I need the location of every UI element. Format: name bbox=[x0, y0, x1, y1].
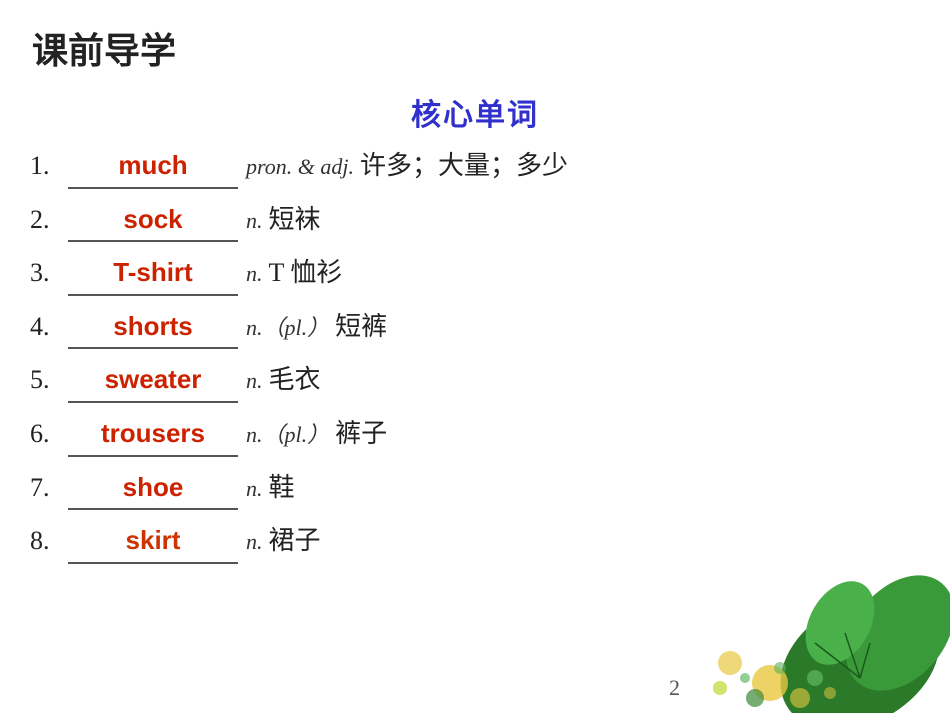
vocab-item: 4. shorts n.（pl.）短裤 bbox=[30, 306, 920, 350]
vocab-word-container: sock bbox=[68, 199, 238, 243]
vocab-pos: n.（pl.） bbox=[246, 417, 329, 452]
section-title: 核心单词 bbox=[0, 90, 950, 134]
vocab-word: sock bbox=[123, 199, 182, 241]
vocab-number: 5. bbox=[30, 359, 68, 401]
vocab-word: skirt bbox=[126, 520, 181, 562]
vocab-number: 4. bbox=[30, 306, 68, 348]
vocab-item: 5. sweater n.毛衣 bbox=[30, 359, 920, 403]
vocab-word: shoe bbox=[123, 467, 184, 509]
vocab-item: 3. T-shirt n.T 恤衫 bbox=[30, 252, 920, 296]
vocab-word-container: shorts bbox=[68, 306, 238, 350]
vocab-meaning: 鞋 bbox=[269, 467, 295, 509]
vocab-item: 1. much pron. & adj.许多；大量；多少 bbox=[30, 145, 920, 189]
leaf-decoration bbox=[670, 513, 950, 713]
vocab-meaning: 毛衣 bbox=[269, 359, 321, 401]
vocab-word: T-shirt bbox=[113, 252, 192, 294]
vocab-number: 6. bbox=[30, 413, 68, 455]
vocab-pos: n.（pl.） bbox=[246, 310, 329, 345]
page-title: 课前导学 bbox=[32, 22, 176, 74]
vocab-word: sweater bbox=[105, 359, 202, 401]
vocab-meaning: T 恤衫 bbox=[269, 252, 343, 294]
vocab-number: 8. bbox=[30, 520, 68, 562]
vocab-word: trousers bbox=[101, 413, 205, 455]
vocab-pos: pron. & adj. bbox=[246, 149, 354, 184]
vocab-pos: n. bbox=[246, 524, 263, 559]
vocab-item: 7. shoe n.鞋 bbox=[30, 467, 920, 511]
vocab-word-container: sweater bbox=[68, 359, 238, 403]
vocab-meaning: 短裤 bbox=[335, 306, 387, 348]
vocab-word-container: skirt bbox=[68, 520, 238, 564]
vocab-word-container: T-shirt bbox=[68, 252, 238, 296]
vocab-word-container: trousers bbox=[68, 413, 238, 457]
vocab-meaning: 短袜 bbox=[269, 199, 321, 241]
vocab-list: 1.muchpron. & adj.许多；大量；多少2.sockn.短袜3.T-… bbox=[30, 145, 920, 574]
vocab-meaning: 许多；大量；多少 bbox=[360, 145, 568, 187]
page-number: 2 bbox=[669, 675, 680, 701]
vocab-word: shorts bbox=[113, 306, 192, 348]
vocab-word: much bbox=[118, 145, 187, 187]
vocab-item: 6. trousers n.（pl.）裤子 bbox=[30, 413, 920, 457]
vocab-number: 1. bbox=[30, 145, 68, 187]
vocab-meaning: 裤子 bbox=[335, 413, 387, 455]
vocab-number: 7. bbox=[30, 467, 68, 509]
vocab-pos: n. bbox=[246, 363, 263, 398]
vocab-number: 3. bbox=[30, 252, 68, 294]
vocab-pos: n. bbox=[246, 203, 263, 238]
vocab-item: 2. sock n.短袜 bbox=[30, 199, 920, 243]
vocab-word-container: much bbox=[68, 145, 238, 189]
vocab-word-container: shoe bbox=[68, 467, 238, 511]
vocab-pos: n. bbox=[246, 471, 263, 506]
vocab-meaning: 裙子 bbox=[269, 520, 321, 562]
vocab-pos: n. bbox=[246, 256, 263, 291]
vocab-number: 2. bbox=[30, 199, 68, 241]
